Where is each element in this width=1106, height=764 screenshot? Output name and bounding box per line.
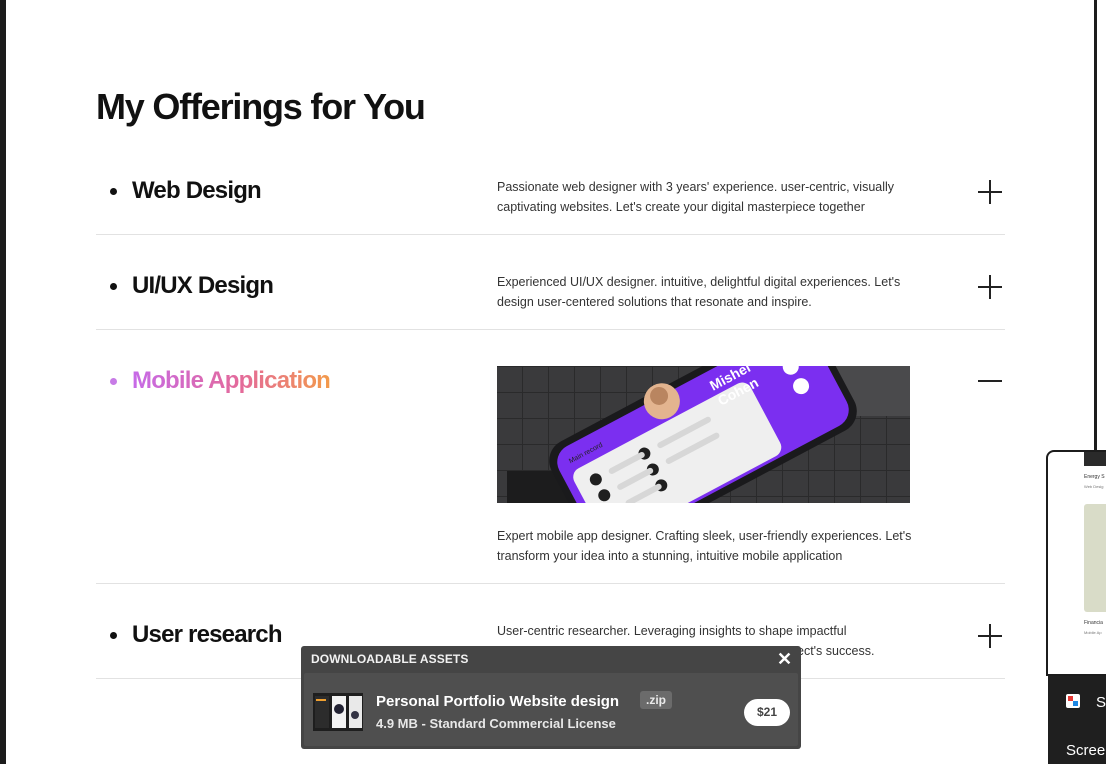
page-title: My Offerings for You: [96, 86, 426, 127]
offering-title: Web Design: [132, 177, 262, 204]
side-item-subtitle: Web Desig: [1084, 484, 1104, 489]
offering-row-web-design[interactable]: Web Design Passionate web designer with …: [96, 150, 1005, 235]
offering-description: User-centric researcher. Leveraging insi…: [497, 624, 847, 638]
bullet: [110, 283, 117, 290]
minus-icon[interactable]: [978, 369, 1002, 393]
window-edge-left: [0, 0, 6, 764]
offering-description: Passionate web designer with 3 years' ex…: [497, 180, 895, 214]
bullet: [110, 188, 117, 195]
side-window-preview[interactable]: Energy S Web Desig Financia Mobile Ap: [1046, 450, 1106, 676]
app-label[interactable]: S: [1096, 694, 1106, 711]
bullet: [110, 378, 117, 385]
offering-title: Mobile Application: [132, 367, 331, 394]
offering-description: Experienced UI/UX designer. intuitive, d…: [497, 275, 901, 309]
plus-icon[interactable]: [978, 275, 1002, 299]
plus-icon[interactable]: [978, 180, 1002, 204]
asset-name: Personal Portfolio Website design: [376, 693, 620, 710]
bullet: [110, 632, 117, 639]
offering-row-uiux-design[interactable]: UI/UX Design Experienced UI/UX designer.…: [96, 235, 1005, 330]
offering-title: UI/UX Design: [132, 272, 274, 299]
offering-description-tail: ect's success.: [797, 644, 875, 658]
offering-description: Expert mobile app designer. Crafting sle…: [497, 529, 912, 563]
taskbar-flyout: S Scree: [1048, 676, 1106, 764]
side-item-title: Energy S: [1084, 474, 1105, 480]
downloadable-assets-panel: DOWNLOADABLE ASSETS ✕ Personal Portfolio…: [301, 646, 801, 749]
asset-item[interactable]: Personal Portfolio Website design .zip 4…: [304, 673, 798, 746]
plus-icon[interactable]: [978, 624, 1002, 648]
app-icon[interactable]: [1066, 694, 1080, 708]
asset-meta: 4.9 MB - Standard Commercial License: [376, 716, 616, 731]
window-label[interactable]: Scree: [1066, 742, 1105, 759]
offering-title: User research: [132, 621, 283, 648]
price-button[interactable]: $21: [744, 699, 790, 726]
asset-extension-badge: .zip: [640, 691, 672, 709]
thumbnail: [1084, 452, 1106, 466]
side-item-subtitle: Mobile Ap: [1084, 630, 1102, 635]
mobile-app-preview-image: Mishel Cohen Main record: [497, 366, 910, 503]
asset-thumbnail: [313, 693, 363, 731]
side-item-title: Financia: [1084, 620, 1103, 626]
close-icon[interactable]: ✕: [777, 650, 792, 668]
panel-heading: DOWNLOADABLE ASSETS: [311, 652, 469, 666]
page: My Offerings for You Web Design Passiona…: [0, 0, 1106, 764]
offering-row-mobile-application[interactable]: Mobile Application Mishel Cohen Main rec…: [96, 330, 1005, 584]
thumbnail: [1084, 504, 1106, 612]
